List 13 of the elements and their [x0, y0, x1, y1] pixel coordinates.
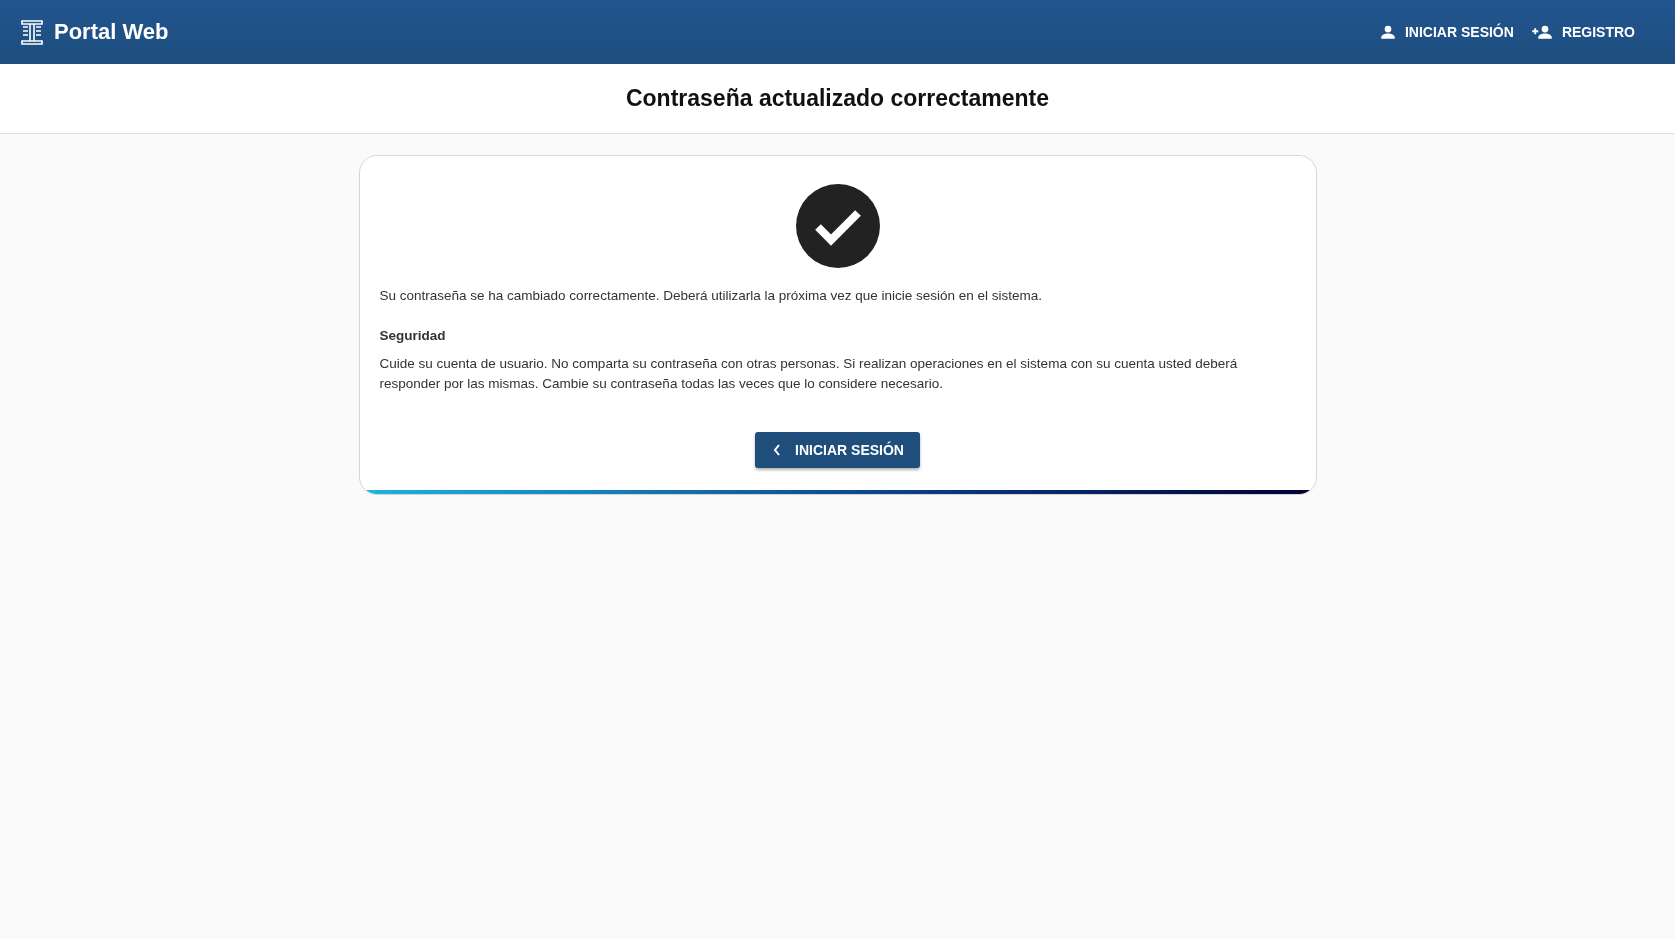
- section-text: Cuide su cuenta de usuario. No comparta su contraseña con otras personas. Si realizan operaciones en el sistema con su cuenta usted deberá responder por las mismas. Cambie su contraseña todas las veces que lo considere necesario.: [379, 355, 1239, 393]
- brand-name: Portal Web: [54, 19, 169, 45]
- nav-link[interactable]: INICIAR SESIÓN: [1378, 19, 1514, 45]
- nav-link[interactable]: REGISTRO: [1529, 19, 1635, 45]
- message-text: Su contraseña se ha cambiado correctamente. Deberá utilizarla la próxima vez que inicie sesión en el sistema.: [379, 287, 1044, 305]
- person-icon: [1378, 23, 1397, 41]
- login-button[interactable]: INICIAR SESIÓN: [755, 432, 920, 468]
- chevron-left-icon: [773, 444, 782, 456]
- add-person-icon: [1529, 23, 1554, 41]
- page-title: Contraseña actualizado correctamente: [625, 85, 1050, 112]
- check-icon: [795, 184, 880, 268]
- section-heading: Seguridad: [379, 327, 447, 345]
- logo-icon: [20, 19, 44, 45]
